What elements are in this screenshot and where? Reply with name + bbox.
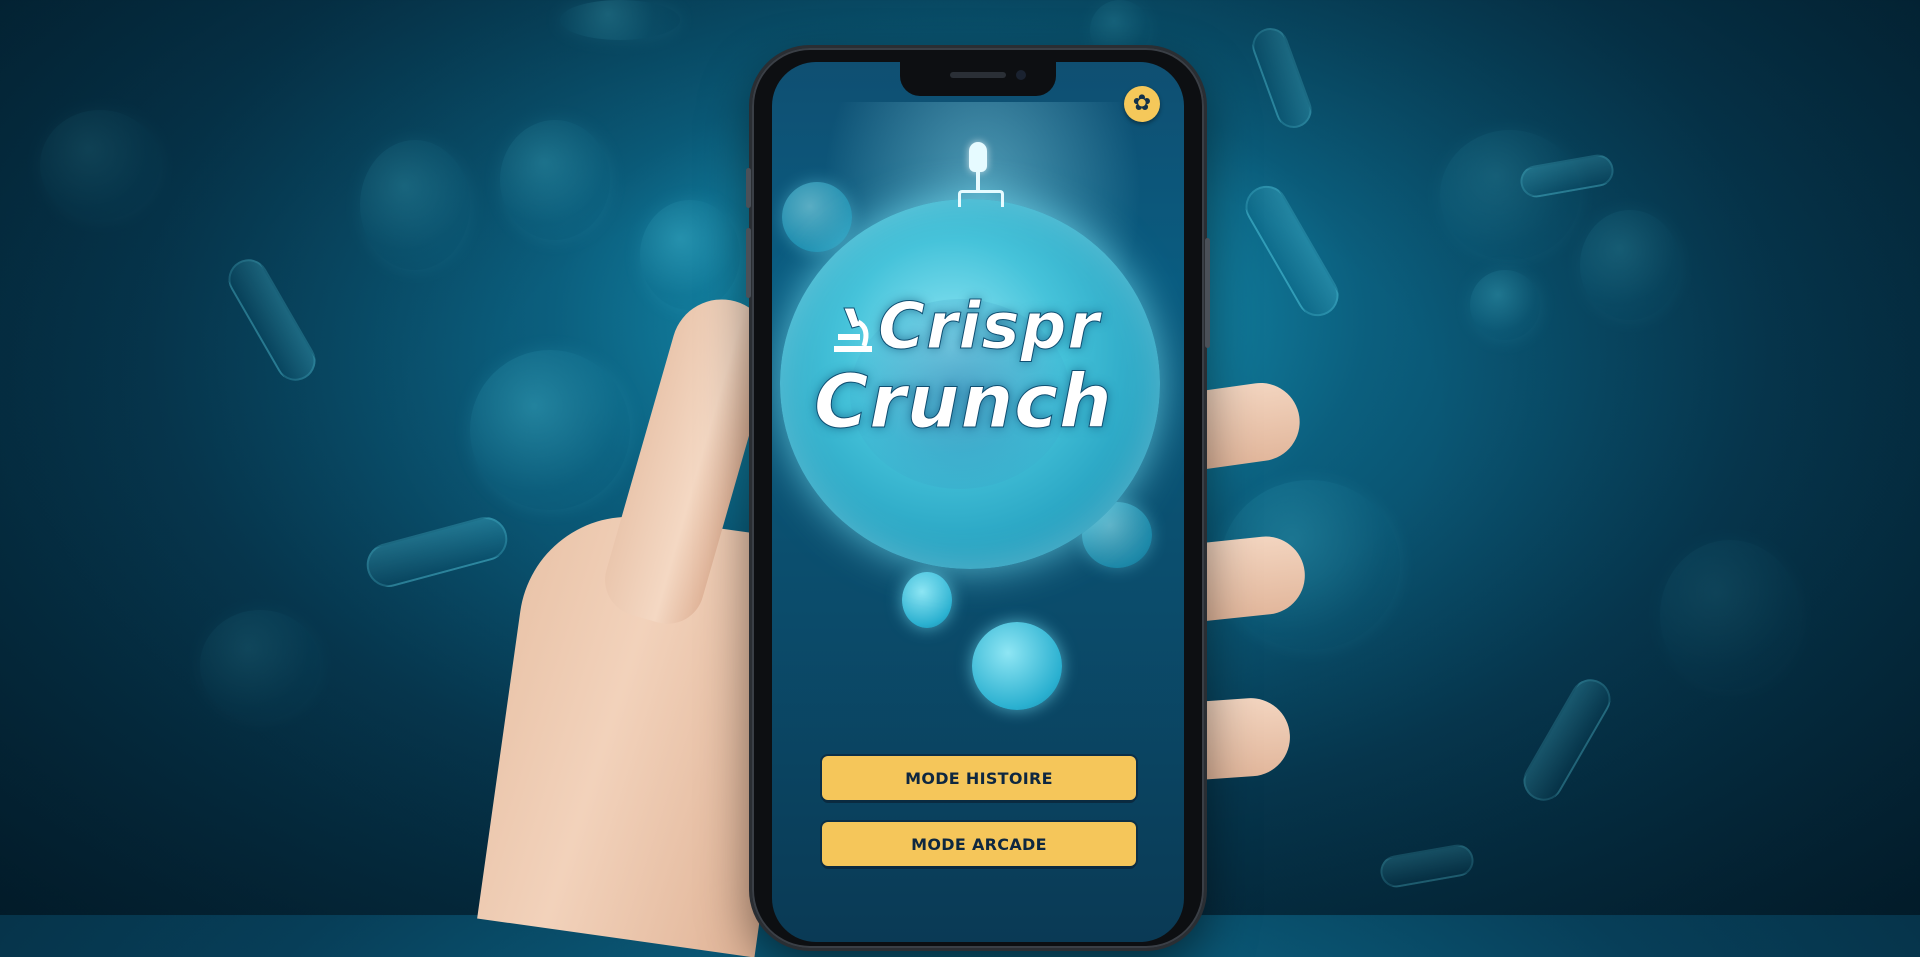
phone-side-button bbox=[746, 228, 751, 298]
bacteriophage-icon bbox=[958, 142, 1004, 210]
floating-cell bbox=[782, 182, 852, 252]
microscope-icon bbox=[834, 307, 872, 352]
logo-text-line2: Crunch bbox=[814, 359, 1113, 445]
bg-bacteria bbox=[221, 251, 323, 389]
story-mode-button[interactable]: MODE HISTOIRE bbox=[822, 756, 1136, 800]
floating-cell bbox=[902, 572, 952, 628]
phone-notch bbox=[900, 62, 1056, 96]
phone-side-button bbox=[1205, 238, 1210, 348]
app-logo: Crispr Crunch bbox=[808, 292, 1148, 452]
arcade-mode-button[interactable]: MODE ARCADE bbox=[822, 822, 1136, 866]
logo-text-line1: Crispr bbox=[878, 290, 1100, 364]
phage-head bbox=[969, 142, 987, 172]
gear-icon: ✿ bbox=[1132, 91, 1152, 116]
bg-cell bbox=[360, 140, 470, 270]
bg-cell bbox=[40, 110, 160, 220]
app-screen: Crispr Crunch ✿ MODE HISTOIRE MODE ARCAD… bbox=[772, 62, 1184, 942]
bg-cell bbox=[640, 200, 740, 310]
phone-device: Crispr Crunch ✿ MODE HISTOIRE MODE ARCAD… bbox=[746, 48, 1210, 948]
bg-bacteria bbox=[1237, 178, 1347, 324]
bg-bacteria bbox=[1247, 22, 1317, 134]
bg-bacteria bbox=[1516, 671, 1618, 809]
bg-cell bbox=[500, 120, 610, 240]
bg-cell bbox=[1660, 540, 1800, 690]
bg-cell bbox=[1440, 130, 1580, 260]
phage-legs bbox=[958, 190, 1004, 207]
floating-cell bbox=[972, 622, 1062, 710]
bg-cell bbox=[1470, 270, 1540, 340]
bg-bacteria bbox=[361, 512, 513, 592]
settings-button[interactable]: ✿ bbox=[1124, 86, 1160, 122]
bg-bacteria bbox=[1377, 842, 1477, 890]
bg-cell bbox=[1580, 210, 1680, 320]
phone-side-button bbox=[746, 168, 751, 208]
bg-cell bbox=[470, 350, 630, 510]
notch-speaker bbox=[950, 72, 1006, 78]
notch-camera bbox=[1016, 70, 1026, 80]
bg-cell bbox=[200, 610, 320, 720]
phage-tail bbox=[976, 172, 980, 192]
bg-cell bbox=[560, 0, 680, 40]
